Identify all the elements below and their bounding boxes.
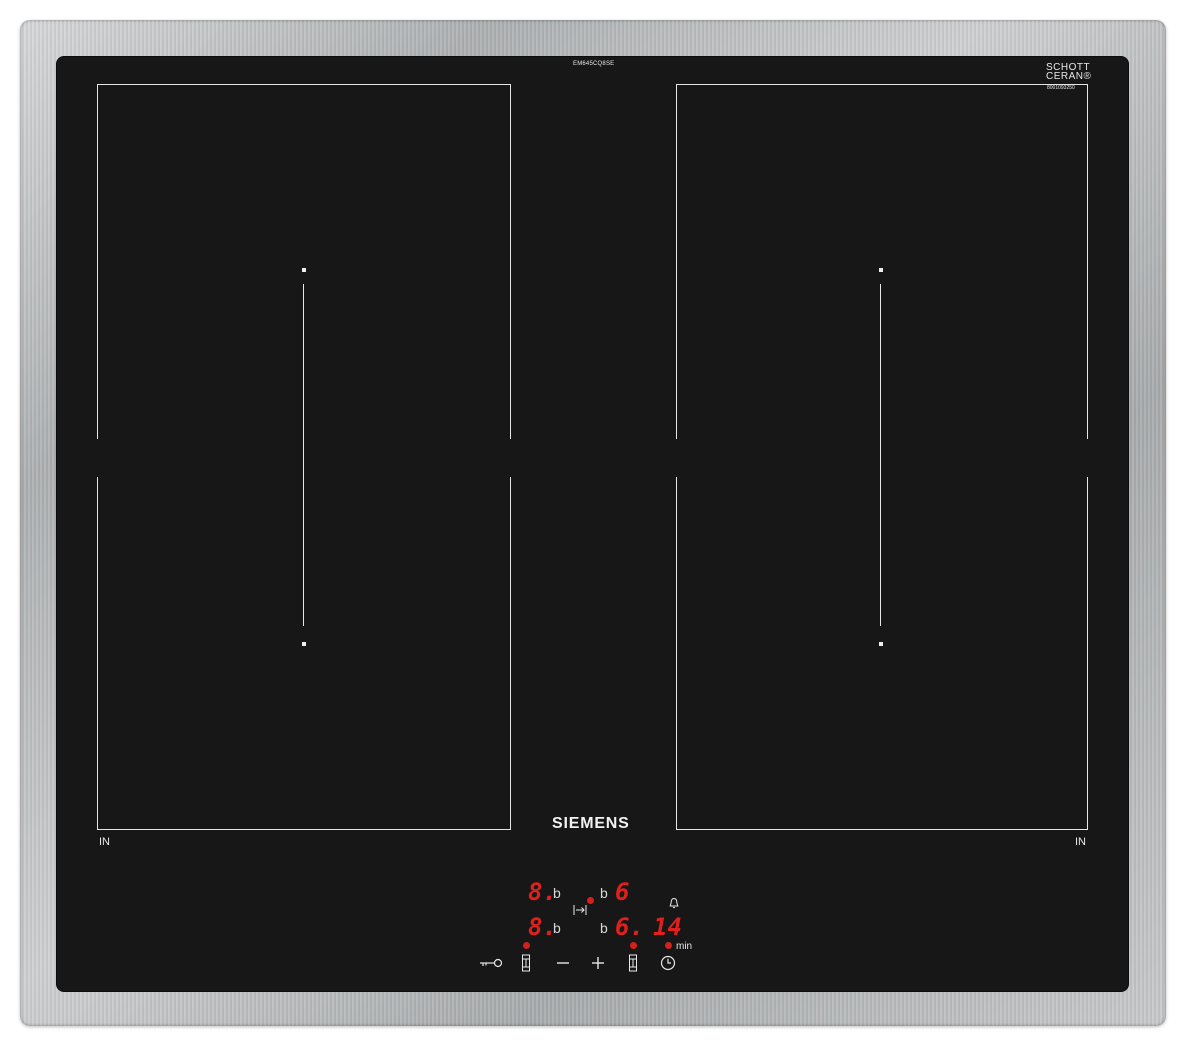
rear-right-power-display: 6 <box>615 878 630 906</box>
minus-icon[interactable] <box>555 955 571 971</box>
zone-select-left-indicator <box>523 942 530 949</box>
model-code: EM645CQ8SE <box>573 61 615 67</box>
bell-icon[interactable] <box>667 896 681 910</box>
zone-marker-dot <box>302 642 306 646</box>
zone-select-icon[interactable] <box>519 953 533 973</box>
front-right-booster-indicator[interactable]: b <box>600 920 608 936</box>
glass-serial: 8001093250 <box>1047 85 1075 91</box>
zone-select-icon[interactable] <box>626 953 640 973</box>
zone-marker-dot <box>879 268 883 272</box>
clock-timer-icon[interactable] <box>659 954 677 972</box>
timer-unit-label: min <box>676 941 693 952</box>
front-right-power-display: 6. <box>615 913 644 941</box>
zone-marker-dot <box>879 642 883 646</box>
move-transfer-icon[interactable] <box>573 903 587 917</box>
zone-marker-dot <box>302 268 306 272</box>
zone-divider-line <box>880 284 881 626</box>
schott-ceran-logo: SCHOTT CERAN® <box>1046 62 1092 82</box>
zone-divider-line <box>303 284 304 626</box>
ceramic-glass-cooktop <box>57 57 1128 991</box>
front-left-booster-indicator[interactable]: b <box>553 920 561 936</box>
rear-right-booster-indicator[interactable]: b <box>600 885 608 901</box>
plus-icon[interactable] <box>590 955 606 971</box>
timer-indicator <box>665 942 672 949</box>
child-lock-key-icon[interactable] <box>478 955 504 971</box>
brand-logo: SIEMENS <box>552 815 630 832</box>
rear-left-booster-indicator[interactable]: b <box>553 885 561 901</box>
timer-display: 14 <box>653 913 682 941</box>
active-zone-indicator <box>587 897 594 904</box>
zone-left-label: IN <box>99 836 110 848</box>
zone-select-right-indicator <box>630 942 637 949</box>
zone-right-label: IN <box>1075 836 1086 848</box>
